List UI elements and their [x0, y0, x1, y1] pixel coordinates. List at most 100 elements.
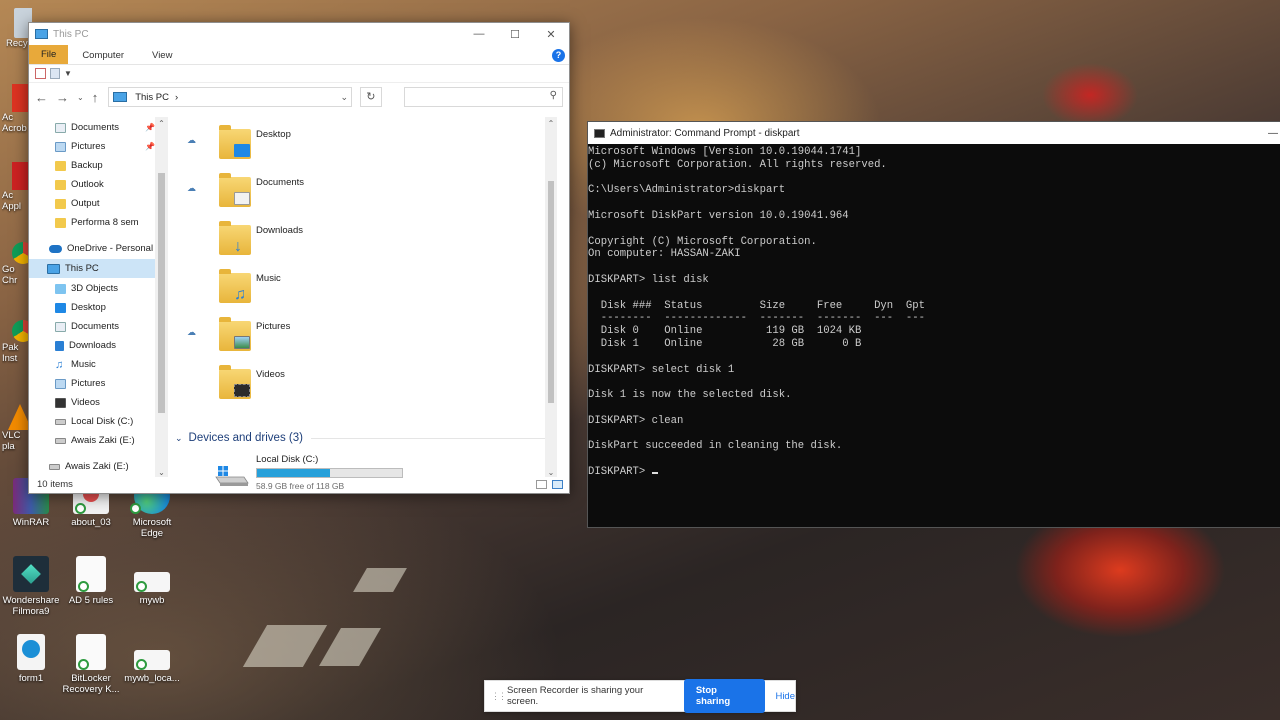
pin-icon[interactable]: 📌 [145, 142, 155, 151]
hide-button[interactable]: Hide [775, 691, 795, 702]
nav-item-desktop[interactable]: Desktop [55, 302, 106, 313]
tab-file[interactable]: File [29, 45, 69, 64]
drive-icon [49, 463, 60, 470]
folder-icon [55, 217, 66, 228]
nav-item-outlook[interactable]: Outlook [55, 179, 104, 190]
this-pc-icon [47, 263, 60, 274]
tab-computer[interactable]: Computer [68, 45, 138, 64]
road-marking [319, 628, 381, 666]
desktop-icon-label: mywb [139, 595, 165, 606]
devices-drives-header[interactable]: ⌄ Devices and drives (3) [175, 432, 555, 444]
nav-scrollbar[interactable]: ⌃ ⌄ [155, 117, 168, 477]
file-explorer-window[interactable]: This PC — ☐ ✕ File Computer View ? ▼ ← →… [28, 22, 570, 494]
desktop-icon-ad5rules[interactable]: AD 5 rules [60, 556, 122, 606]
breadcrumb-chevron-icon[interactable]: › [175, 92, 178, 103]
desktop-icon-acrobat-app[interactable]: Ac Appl [2, 162, 28, 222]
desktop-icon-vlc[interactable]: VLC pla [2, 404, 28, 464]
pictures-badge-icon [234, 336, 250, 349]
customize-qat-dropdown-icon[interactable]: ▼ [64, 69, 72, 78]
command-prompt-window[interactable]: Administrator: Command Prompt - diskpart… [587, 121, 1280, 528]
tab-view[interactable]: View [138, 45, 186, 64]
desktop-icon-pak[interactable]: Pak Inst [2, 320, 28, 380]
cmd-icon [594, 128, 605, 138]
desktop-icon-chrome[interactable]: Go Chr [2, 242, 28, 302]
scroll-thumb[interactable] [158, 173, 165, 413]
pictures-icon [55, 378, 66, 389]
search-icon: ⚲ [549, 90, 557, 101]
cmd-line: Microsoft DiskPart version 10.0.19041.96… [588, 209, 849, 222]
desktop-icon-filmora[interactable]: Wondershare Filmora9 [0, 556, 62, 617]
road-marking [353, 568, 407, 592]
nav-item-awais-zaki-e[interactable]: Awais Zaki (E:) [55, 435, 135, 446]
content-scrollbar[interactable]: ⌃ ⌄ [545, 117, 557, 477]
desktop-icon-mywb-local[interactable]: mywb_loca... [121, 634, 183, 684]
nav-item-documents-pc[interactable]: Documents [55, 321, 119, 332]
nav-item-3d-objects[interactable]: 3D Objects [55, 283, 118, 294]
scroll-thumb[interactable] [548, 181, 554, 403]
pin-icon[interactable]: 📌 [145, 123, 155, 132]
search-input[interactable]: ⚲ [403, 87, 563, 107]
desktop-icon-label: VLC pla [2, 430, 21, 452]
address-bar[interactable]: This PC › ⌄ [108, 87, 353, 107]
desktop-icon-form1[interactable]: form1 [0, 634, 62, 684]
close-button[interactable]: ✕ [533, 28, 569, 41]
cmd-line [588, 351, 1280, 364]
forward-arrow-icon[interactable]: → [56, 90, 69, 105]
cmd-line [588, 223, 1280, 236]
desktop-icon-acrobat[interactable]: Ac Acrob [2, 84, 28, 144]
document-badge-icon [234, 192, 250, 205]
details-view-icon[interactable] [536, 479, 547, 489]
cmd-titlebar[interactable]: Administrator: Command Prompt - diskpart… [588, 122, 1280, 144]
stop-sharing-button[interactable]: Stop sharing [683, 679, 766, 713]
properties-icon[interactable] [35, 68, 46, 79]
recent-locations-chevron-icon[interactable]: ⌄ [77, 93, 84, 102]
cmd-line: -------- ------------- ------- ------- -… [588, 312, 925, 325]
minimize-button[interactable]: — [1268, 128, 1278, 139]
nav-item-backup[interactable]: Backup [55, 160, 103, 171]
desktop-icon-label: about_03 [71, 517, 111, 528]
folder-icon [219, 365, 251, 399]
cloud-sync-icon: ☁ [187, 327, 196, 337]
up-arrow-icon[interactable]: ↑ [92, 90, 99, 105]
nav-item-output[interactable]: Output [55, 198, 100, 209]
new-folder-icon[interactable] [50, 68, 60, 79]
scroll-up-icon[interactable]: ⌃ [155, 119, 168, 128]
nav-item-label: Documents [71, 122, 120, 133]
nav-item-videos[interactable]: Videos [55, 397, 100, 408]
nav-item-label: Performa 8 sem [71, 217, 139, 228]
cmd-line: Disk 0 Online 119 GB 1024 KB [588, 325, 862, 338]
nav-item-label: Output [71, 198, 100, 209]
cmd-output[interactable]: Microsoft Windows [Version 10.0.19044.17… [588, 144, 1280, 479]
help-icon[interactable]: ? [552, 49, 565, 62]
document-icon [76, 634, 106, 670]
scroll-up-icon[interactable]: ⌃ [545, 119, 557, 128]
nav-item-documents[interactable]: Documents [55, 122, 119, 133]
folder-label: Videos [256, 369, 285, 380]
desktop-icon-bitlocker[interactable]: BitLocker Recovery K... [60, 634, 122, 695]
nav-item-downloads[interactable]: Downloads [55, 340, 116, 351]
nav-item-pictures[interactable]: Pictures [55, 141, 105, 152]
minimize-button[interactable]: — [461, 28, 497, 41]
drag-handle-icon[interactable]: ⋮⋮ [491, 691, 507, 702]
nav-item-this-pc[interactable]: This PC [47, 263, 99, 274]
nav-item-local-disk[interactable]: Local Disk (C:) [55, 416, 133, 427]
desktop-icon-label: Go Chr [2, 264, 18, 286]
collapse-chevron-icon[interactable]: ⌄ [175, 433, 183, 444]
nav-item-onedrive[interactable]: OneDrive - Personal [49, 243, 153, 254]
desktop-icon-mywb[interactable]: mywb [121, 556, 183, 606]
maximize-button[interactable]: ☐ [497, 28, 533, 41]
folder-label: Documents [256, 177, 305, 188]
nav-item-pictures-pc[interactable]: Pictures [55, 378, 105, 389]
explorer-titlebar[interactable]: This PC — ☐ ✕ [29, 23, 569, 45]
nav-item-label: Downloads [69, 340, 116, 351]
nav-item-awais-zaki-e-network[interactable]: Awais Zaki (E:) [49, 461, 129, 472]
nav-item-label: 3D Objects [71, 283, 118, 294]
acrobat-icon [12, 84, 28, 112]
address-dropdown-icon[interactable]: ⌄ [341, 92, 349, 103]
refresh-button[interactable]: ↻ [360, 87, 382, 107]
video-badge-icon [234, 384, 250, 397]
large-icons-view-icon[interactable] [552, 479, 563, 489]
back-arrow-icon[interactable]: ← [35, 90, 48, 105]
nav-item-performa[interactable]: Performa 8 sem [55, 217, 139, 228]
nav-item-music[interactable]: ♫ Music [55, 359, 96, 370]
